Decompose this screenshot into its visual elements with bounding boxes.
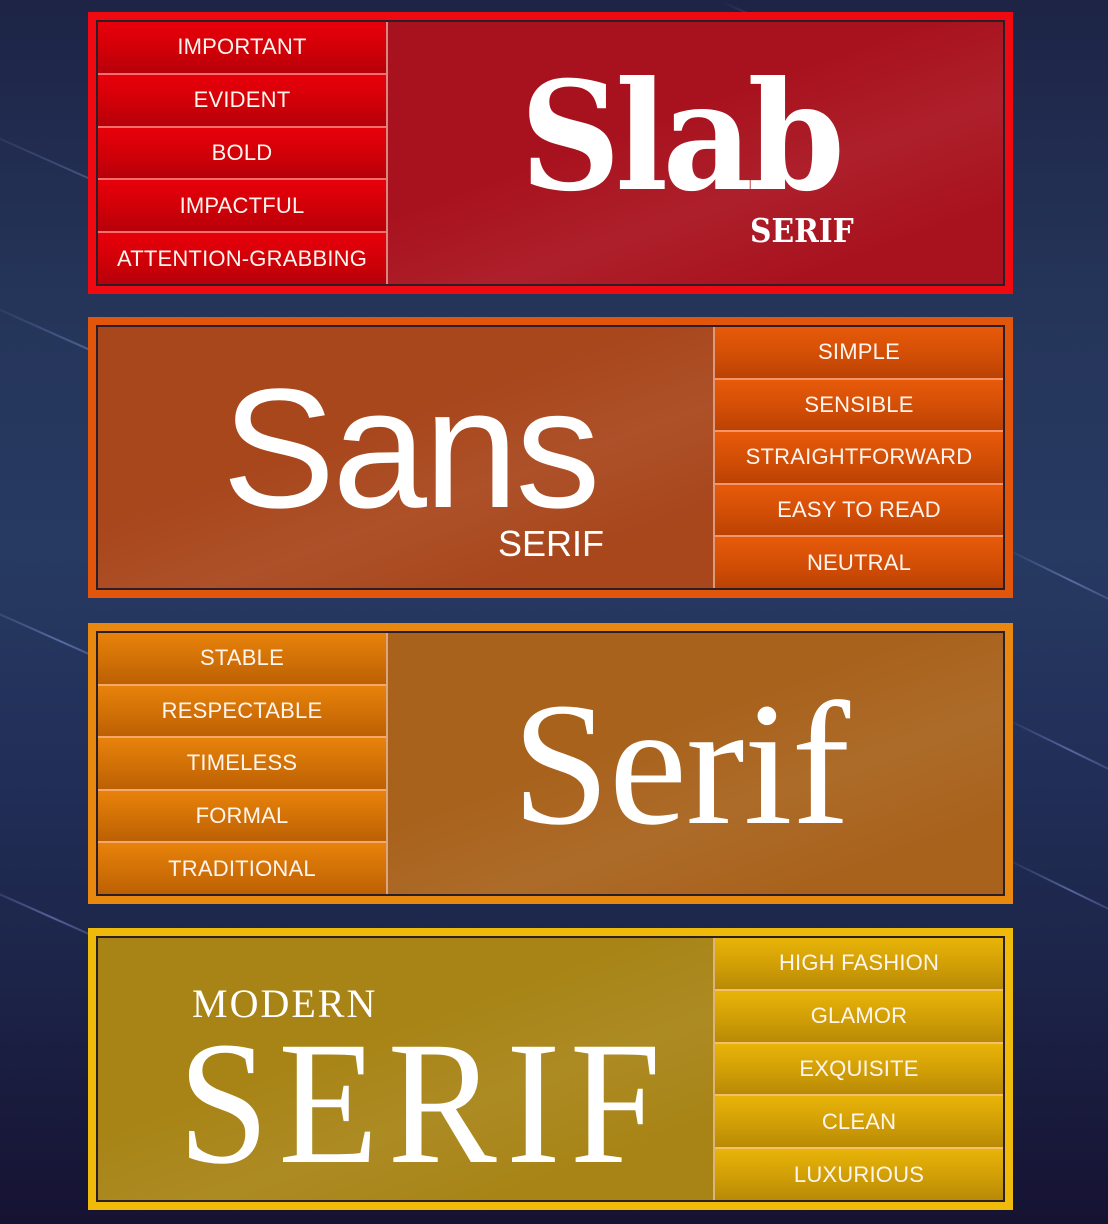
trait-list: IMPORTANT EVIDENT BOLD IMPACTFUL ATTENTI… (98, 22, 388, 284)
trait-item: IMPORTANT (98, 22, 386, 75)
category-subtitle: SERIF (750, 211, 854, 250)
card-inner: MODERN SERIF HIGH FASHION GLAMOR EXQUISI… (96, 936, 1005, 1202)
trait-item: SENSIBLE (715, 379, 1003, 433)
trait-list: HIGH FASHION GLAMOR EXQUISITE CLEAN LUXU… (713, 938, 1003, 1200)
background-streak (999, 715, 1108, 788)
background-streak (999, 545, 1108, 618)
trait-item: SIMPLE (715, 327, 1003, 380)
card-inner: STABLE RESPECTABLE TIMELESS FORMAL TRADI… (96, 631, 1005, 896)
category-title: Serif (512, 667, 850, 862)
trait-item: EASY TO READ (715, 484, 1003, 538)
trait-item: GLAMOR (715, 990, 1003, 1044)
trait-item: IMPACTFUL (98, 180, 386, 234)
trait-item: TRADITIONAL (98, 843, 386, 894)
trait-item: LUXURIOUS (715, 1149, 1003, 1200)
card-inner: Sans SERIF SIMPLE SENSIBLE STRAIGHTFORWA… (96, 325, 1005, 590)
category-title: SERIF (178, 1006, 671, 1200)
serif-card: STABLE RESPECTABLE TIMELESS FORMAL TRADI… (88, 623, 1013, 904)
modern-serif-card: MODERN SERIF HIGH FASHION GLAMOR EXQUISI… (88, 928, 1013, 1210)
category-subtitle: SERIF (498, 523, 605, 564)
trait-item: NEUTRAL (715, 537, 1003, 588)
trait-list: STABLE RESPECTABLE TIMELESS FORMAL TRADI… (98, 633, 388, 894)
title-panel: Sans SERIF (98, 327, 713, 588)
trait-list: SIMPLE SENSIBLE STRAIGHTFORWARD EASY TO … (713, 327, 1003, 588)
background-streak (999, 855, 1108, 928)
trait-item: FORMAL (98, 790, 386, 844)
trait-item: CLEAN (715, 1096, 1003, 1150)
title-panel: Slab SERIF (388, 22, 1003, 284)
trait-item: EVIDENT (98, 74, 386, 128)
sans-serif-card: Sans SERIF SIMPLE SENSIBLE STRAIGHTFORWA… (88, 317, 1013, 598)
title-panel: Serif (388, 633, 1003, 894)
card-inner: IMPORTANT EVIDENT BOLD IMPACTFUL ATTENTI… (96, 20, 1005, 286)
title-panel: MODERN SERIF (98, 938, 713, 1200)
trait-item: STABLE (98, 633, 386, 686)
trait-item: TIMELESS (98, 738, 386, 791)
trait-item: EXQUISITE (715, 1043, 1003, 1097)
category-title: Sans (222, 354, 600, 544)
slab-serif-card: IMPORTANT EVIDENT BOLD IMPACTFUL ATTENTI… (88, 12, 1013, 294)
trait-item: BOLD (98, 127, 386, 181)
trait-item: RESPECTABLE (98, 685, 386, 739)
trait-item: ATTENTION-GRABBING (98, 233, 386, 284)
trait-item: HIGH FASHION (715, 938, 1003, 991)
category-title: Slab (520, 49, 845, 225)
trait-item: STRAIGHTFORWARD (715, 432, 1003, 485)
